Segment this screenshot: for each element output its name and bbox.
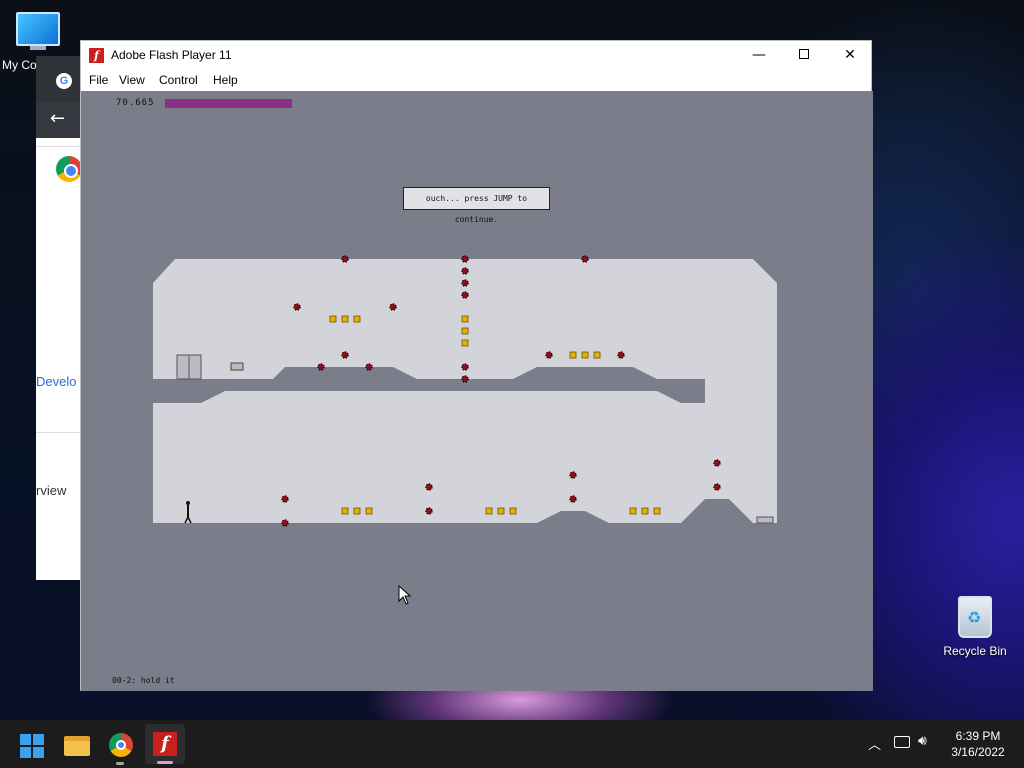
mine — [461, 267, 469, 275]
monitor-stand — [30, 46, 46, 50]
maximize-icon — [799, 49, 809, 59]
gold-piece — [353, 315, 361, 323]
chrome-icon[interactable] — [109, 733, 133, 757]
maximize-button[interactable] — [781, 41, 827, 70]
gold-piece — [461, 327, 469, 335]
gold-piece — [461, 339, 469, 347]
flash-player-icon: f — [153, 732, 177, 756]
mine — [545, 351, 553, 359]
window-title: Adobe Flash Player 11 — [111, 48, 232, 62]
file-explorer-icon[interactable] — [64, 736, 90, 756]
game-stage[interactable]: 70.665 ouch... press JUMP to continue. 0… — [81, 91, 873, 691]
level-name: 00-2: hold it — [112, 676, 175, 685]
active-indicator — [157, 761, 173, 764]
menu-control[interactable]: Control — [159, 73, 198, 87]
gold-piece — [569, 351, 577, 359]
gold-piece — [329, 315, 337, 323]
chrome-toolbar: ← — [36, 102, 86, 138]
mine — [425, 507, 433, 515]
mouse-cursor-icon — [398, 585, 412, 605]
mine — [461, 255, 469, 263]
mine — [569, 495, 577, 503]
close-button[interactable]: ✕ — [827, 41, 873, 70]
mine — [425, 483, 433, 491]
gold-piece — [341, 315, 349, 323]
menu-help[interactable]: Help — [213, 73, 238, 87]
my-computer-label: My Co — [2, 58, 37, 72]
volume-icon[interactable]: 🔊︎ — [918, 733, 927, 749]
recycle-bin-label: Recycle Bin — [943, 644, 1007, 658]
windows-start-icon[interactable] — [20, 734, 44, 758]
mine — [713, 459, 721, 467]
mine — [281, 495, 289, 503]
clock-time: 6:39 PM — [955, 729, 1001, 743]
mine — [461, 375, 469, 383]
gold-piece — [485, 507, 493, 515]
mine — [713, 483, 721, 491]
taskbar: f ︿ 🔊︎ 6:39 PM 3/16/2022 — [0, 720, 1024, 768]
menu-file[interactable]: File — [89, 73, 108, 87]
clock[interactable]: 6:39 PM 3/16/2022 — [944, 728, 1012, 760]
mine — [461, 363, 469, 371]
mine — [461, 279, 469, 287]
level-map — [153, 255, 777, 571]
mine — [461, 291, 469, 299]
flash-player-taskbar-button[interactable]: f — [145, 724, 185, 764]
chrome-running-indicator — [116, 762, 124, 765]
flash-player-icon: f — [89, 48, 104, 63]
chevron-up-icon[interactable]: ︿ — [868, 734, 881, 753]
launch-pad — [756, 516, 774, 524]
mine — [281, 519, 289, 527]
back-arrow-icon[interactable]: ← — [50, 108, 65, 129]
gold-piece — [593, 351, 601, 359]
chrome-web-store-icon — [56, 156, 82, 182]
gold-piece — [353, 507, 361, 515]
chrome-tab-strip[interactable]: G — [36, 56, 86, 102]
menu-bar: File View Control Help — [81, 70, 871, 91]
gold-piece — [653, 507, 661, 515]
chrome-background-window[interactable]: G ← Develo rview — [36, 56, 86, 580]
gold-piece — [509, 507, 517, 515]
gold-piece — [497, 507, 505, 515]
chrome-page-text-developer[interactable]: Develo — [36, 374, 76, 389]
recycle-bin-desktop-icon[interactable]: ♻ Recycle Bin — [940, 596, 1010, 658]
flash-player-window[interactable]: f Adobe Flash Player 11 — ✕ File View Co… — [80, 40, 873, 691]
mine — [581, 255, 589, 263]
mine — [317, 363, 325, 371]
gold-piece — [341, 507, 349, 515]
gold-piece — [629, 507, 637, 515]
menu-view[interactable]: View — [119, 73, 145, 87]
gold-piece — [365, 507, 373, 515]
title-bar[interactable]: f Adobe Flash Player 11 — ✕ — [81, 41, 871, 70]
gold-piece — [641, 507, 649, 515]
minimize-button[interactable]: — — [736, 41, 782, 70]
mine — [365, 363, 373, 371]
mine — [341, 351, 349, 359]
mine — [389, 303, 397, 311]
door-switch — [230, 362, 244, 371]
divider — [36, 146, 86, 147]
mine — [569, 471, 577, 479]
gold-piece — [581, 351, 589, 359]
my-computer-desktop-icon[interactable]: My Co — [0, 8, 80, 72]
mine — [293, 303, 301, 311]
gold-piece — [461, 315, 469, 323]
monitor-icon — [16, 12, 60, 46]
mine — [617, 351, 625, 359]
google-icon: G — [56, 73, 72, 89]
network-icon[interactable] — [894, 736, 910, 748]
mine — [341, 255, 349, 263]
divider — [36, 432, 86, 433]
recycle-bin-icon: ♻ — [958, 596, 992, 638]
clock-date: 3/16/2022 — [951, 745, 1005, 759]
chrome-page-text-overview[interactable]: rview — [36, 483, 66, 498]
